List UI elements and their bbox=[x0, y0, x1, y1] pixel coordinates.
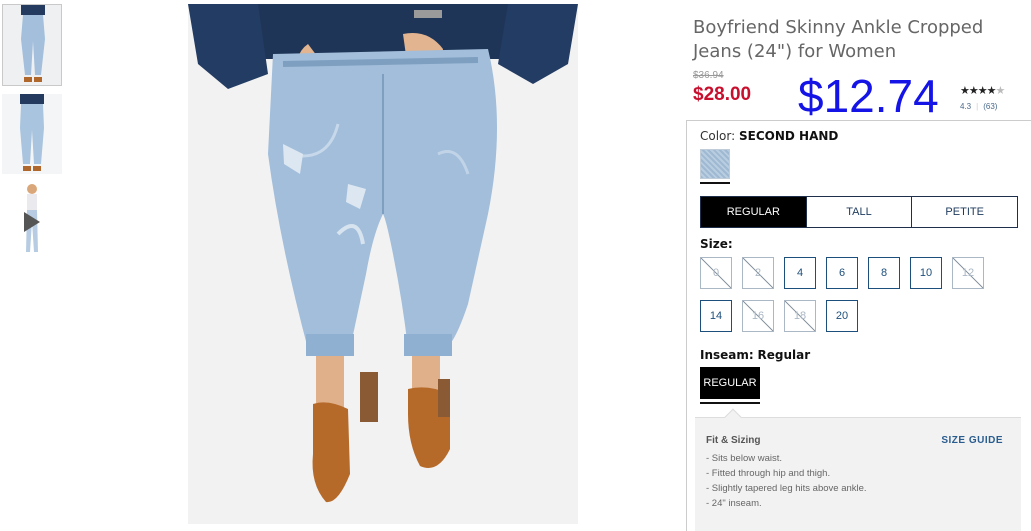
size-option-4[interactable]: 4 bbox=[784, 257, 816, 289]
sale-price: $28.00 bbox=[693, 84, 752, 105]
color-label: Color: SECOND HAND bbox=[700, 129, 838, 143]
swatch-selected-indicator bbox=[700, 182, 730, 184]
product-title: Boyfriend Skinny Ankle Cropped Jeans (24… bbox=[693, 17, 984, 62]
inseam-selected-indicator bbox=[700, 402, 760, 404]
star-icon: ★ bbox=[977, 85, 988, 97]
review-count[interactable]: (63) bbox=[983, 102, 997, 111]
fit-sizing-heading: Fit & Sizing bbox=[706, 435, 761, 446]
thumbnail-front[interactable] bbox=[2, 4, 62, 86]
fit-box-notch bbox=[724, 408, 742, 426]
size-label: Size: bbox=[700, 237, 733, 251]
tab-regular[interactable]: REGULAR bbox=[701, 197, 806, 227]
color-swatch-second-hand[interactable] bbox=[700, 149, 730, 179]
star-icon: ★ bbox=[960, 85, 970, 97]
fit-detail-item: - Fitted through hip and thigh. bbox=[706, 468, 831, 479]
size-option-18: 18 bbox=[784, 300, 816, 332]
star-icon: ★ bbox=[986, 85, 997, 97]
tab-tall[interactable]: TALL bbox=[805, 197, 912, 227]
original-price: $36.94 bbox=[693, 70, 724, 81]
tab-petite[interactable]: PETITE bbox=[911, 197, 1017, 227]
thumbnail-back[interactable] bbox=[2, 94, 62, 174]
star-icon: ★ bbox=[995, 85, 1006, 97]
fit-details-list: - Sits below waist. - Fitted through hip… bbox=[706, 451, 867, 511]
size-option-14[interactable]: 14 bbox=[700, 300, 732, 332]
size-option-8[interactable]: 8 bbox=[868, 257, 900, 289]
size-option-0: 0 bbox=[700, 257, 732, 289]
color-value: SECOND HAND bbox=[739, 129, 839, 143]
size-option-16: 16 bbox=[742, 300, 774, 332]
size-option-2: 2 bbox=[742, 257, 774, 289]
inseam-label: Inseam: Regular bbox=[700, 348, 810, 362]
size-guide-link[interactable]: SIZE GUIDE bbox=[941, 435, 1003, 446]
star-icon: ★ bbox=[968, 85, 979, 97]
rating-summary[interactable]: 4.3 | (63) bbox=[960, 102, 997, 111]
fit-sizing-box: Fit & Sizing SIZE GUIDE - Sits below wai… bbox=[695, 408, 1021, 531]
price-annotation: $12.74 bbox=[798, 70, 939, 122]
inseam-value: Regular bbox=[757, 348, 811, 362]
size-option-20[interactable]: 20 bbox=[826, 300, 858, 332]
product-options-panel: Color: SECOND HAND REGULAR TALL PETITE S… bbox=[686, 120, 1031, 531]
fit-detail-item: - Slightly tapered leg hits above ankle. bbox=[706, 483, 867, 494]
main-product-image bbox=[188, 4, 578, 524]
play-icon bbox=[24, 212, 40, 232]
size-label-text: Size: bbox=[700, 237, 733, 251]
rating-value: 4.3 bbox=[960, 102, 972, 111]
thumbnail-video[interactable] bbox=[2, 182, 62, 262]
inseam-label-text: Inseam: bbox=[700, 348, 754, 362]
rating-separator: | bbox=[976, 102, 979, 111]
size-option-10[interactable]: 10 bbox=[910, 257, 942, 289]
fit-detail-item: - Sits below waist. bbox=[706, 453, 783, 464]
size-option-6[interactable]: 6 bbox=[826, 257, 858, 289]
fit-type-tabs: REGULAR TALL PETITE bbox=[700, 196, 1018, 228]
color-label-text: Color: bbox=[700, 129, 736, 143]
fit-detail-item: - 24" inseam. bbox=[706, 498, 762, 509]
size-option-12: 12 bbox=[952, 257, 984, 289]
rating-stars-icon[interactable]: ★★★★★ bbox=[960, 84, 1006, 97]
inseam-regular-button[interactable]: REGULAR bbox=[700, 367, 760, 399]
